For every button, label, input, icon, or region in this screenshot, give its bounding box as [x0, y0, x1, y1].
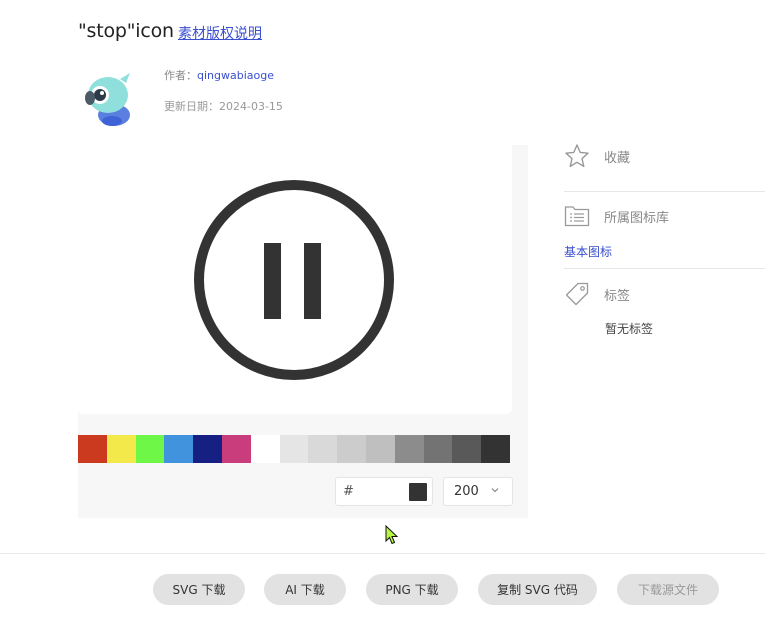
favorite-button[interactable]: 收藏: [564, 143, 630, 169]
color-swatch[interactable]: [394, 435, 424, 463]
color-swatch[interactable]: [78, 435, 107, 463]
color-swatch[interactable]: [365, 435, 395, 463]
library-label: 所属图标库: [604, 210, 670, 226]
svg-download-button[interactable]: SVG 下载: [153, 574, 245, 605]
download-source-button[interactable]: 下载源文件: [617, 574, 719, 605]
chevron-down-icon: [491, 488, 499, 493]
size-value: 200: [454, 484, 479, 499]
author-link[interactable]: qingwabiaoge: [197, 69, 274, 82]
sidebar-divider: [564, 268, 765, 269]
sidebar-divider: [564, 191, 765, 192]
author-line: 作者：qingwabiaoge: [164, 67, 274, 83]
color-swatch[interactable]: [193, 435, 222, 463]
footer-divider: [0, 553, 765, 554]
copy-svg-code-button[interactable]: 复制 SVG 代码: [478, 574, 597, 605]
color-swatch[interactable]: [106, 435, 136, 463]
current-color-swatch[interactable]: [409, 483, 427, 501]
tags-label: 标签: [604, 288, 631, 304]
mouse-cursor-icon: [385, 525, 399, 545]
date-label: 更新日期：: [164, 100, 219, 113]
library-link[interactable]: 基本图标: [564, 243, 612, 260]
date-value: 2024-03-15: [219, 100, 283, 113]
author-label: 作者：: [164, 69, 197, 82]
favorite-label: 收藏: [604, 150, 631, 166]
color-swatch[interactable]: [135, 435, 165, 463]
copyright-link[interactable]: 素材版权说明: [178, 23, 262, 43]
color-swatch[interactable]: [337, 435, 366, 463]
png-download-button[interactable]: PNG 下载: [366, 574, 458, 605]
color-swatch[interactable]: [423, 435, 453, 463]
hex-color-input[interactable]: [356, 482, 416, 502]
color-palette: [78, 435, 510, 463]
no-tags-text: 暂无标签: [605, 322, 654, 336]
page-title: "stop"icon: [78, 20, 174, 42]
author-avatar[interactable]: [80, 65, 138, 129]
color-swatch[interactable]: [308, 435, 338, 463]
folder-list-icon: [564, 206, 590, 227]
pause-circle-icon: [194, 180, 394, 380]
color-swatch[interactable]: [164, 435, 194, 463]
star-outline-icon: [565, 144, 589, 168]
color-swatch[interactable]: [250, 435, 280, 463]
color-swatch[interactable]: [221, 435, 251, 463]
size-select[interactable]: 200: [443, 477, 513, 506]
icon-library-section: 所属图标库: [564, 204, 669, 228]
update-date: 更新日期：2024-03-15: [164, 98, 283, 114]
hex-prefix: #: [343, 484, 354, 499]
tag-icon: [565, 282, 589, 306]
ai-download-button[interactable]: AI 下载: [264, 574, 346, 605]
color-swatch[interactable]: [279, 435, 309, 463]
color-swatch[interactable]: [481, 435, 510, 463]
tags-section: 标签: [564, 281, 630, 307]
hex-color-field[interactable]: #: [335, 477, 433, 506]
color-swatch[interactable]: [452, 435, 482, 463]
